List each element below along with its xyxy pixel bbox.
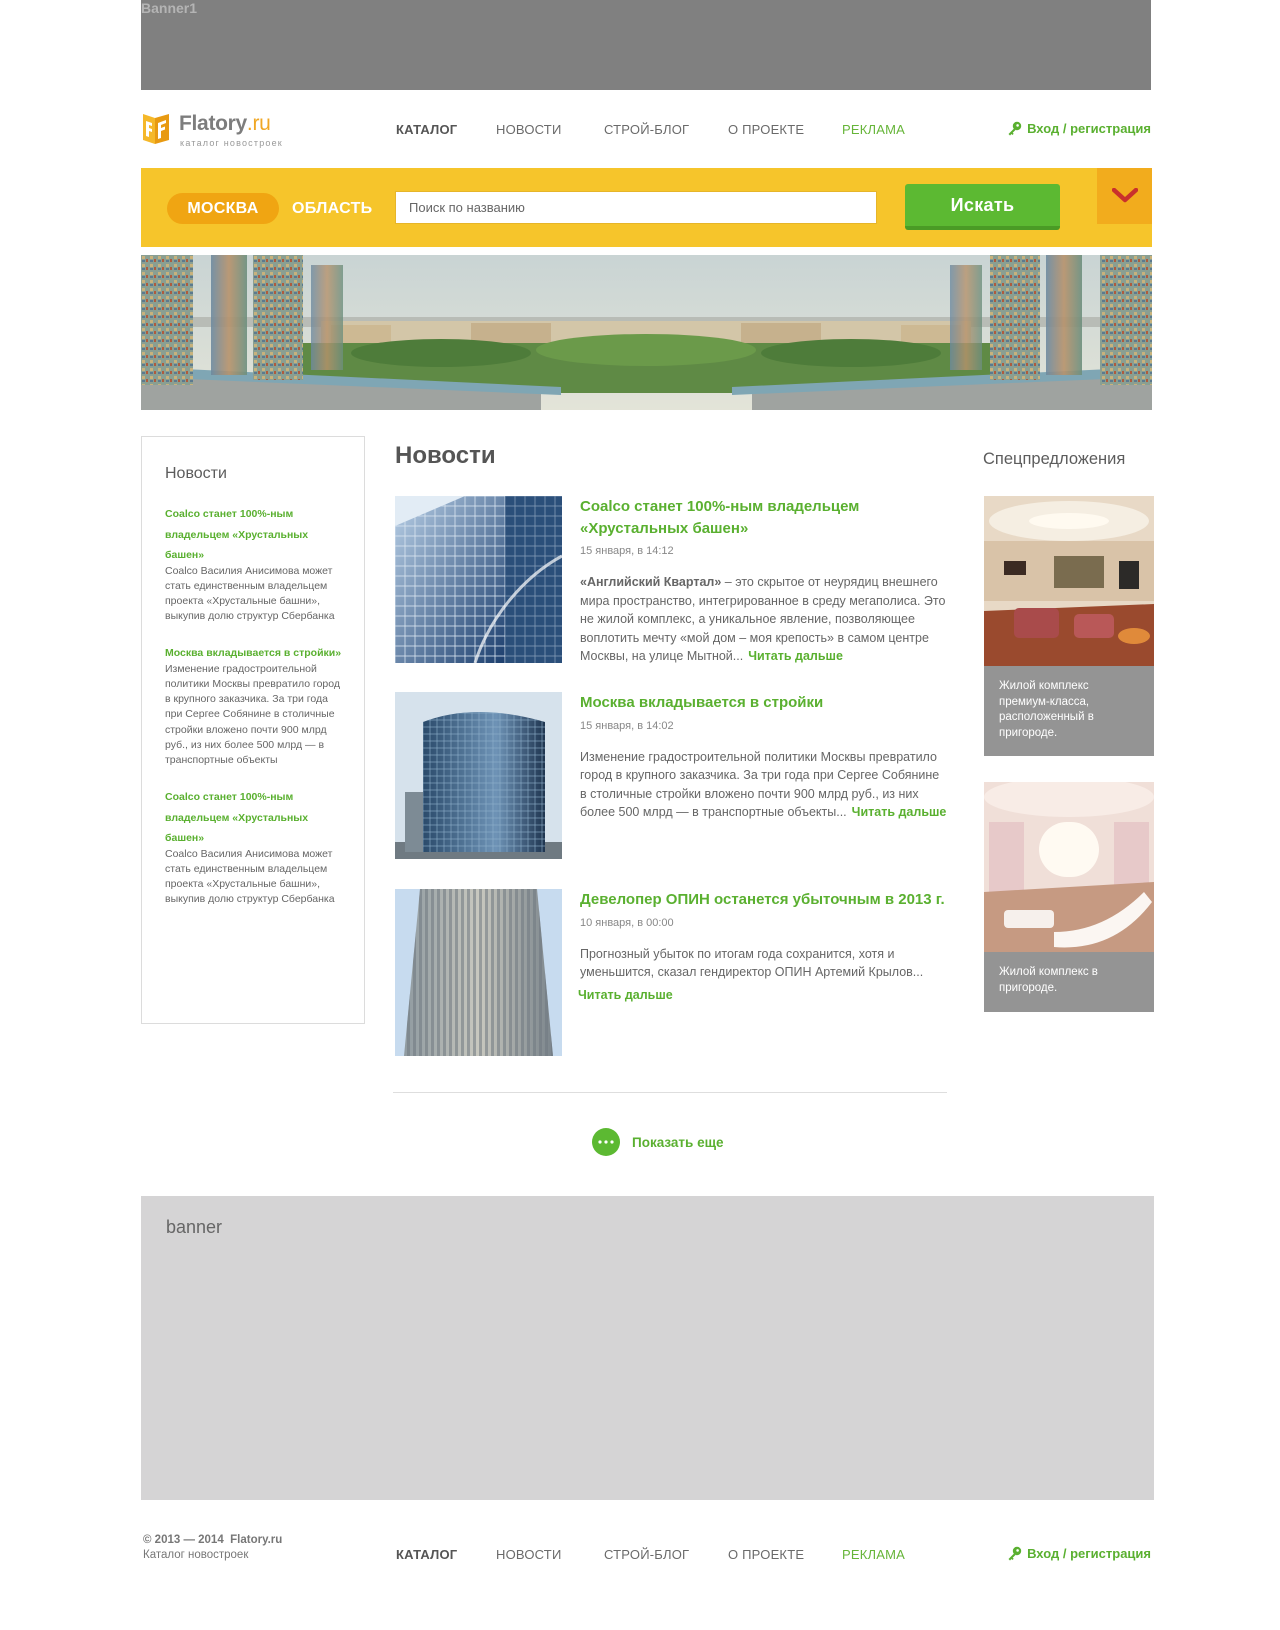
- offer-card[interactable]: Жилой комплекс премиум-класса, расположе…: [984, 496, 1154, 756]
- logo-icon: [143, 114, 169, 144]
- key-icon: [1008, 121, 1022, 136]
- footer-site-name: Flatory.ru: [230, 1534, 283, 1546]
- copyright: © 2013 — 2014 Flatory.ru Каталог новостр…: [143, 1534, 283, 1561]
- search-input[interactable]: [395, 191, 877, 224]
- logo[interactable]: Flatory.ru каталог новостроек: [141, 112, 301, 152]
- news-text: Прогнозный убыток по итогам года сохрани…: [578, 945, 948, 1005]
- logo-tagline: каталог новостроек: [180, 138, 283, 148]
- chevron-down-icon: [1111, 188, 1138, 203]
- login-link[interactable]: Вход / регистрация: [1007, 121, 1151, 136]
- site-footer: © 2013 — 2014 Flatory.ru Каталог новостр…: [141, 1533, 1151, 1573]
- offer-image: [984, 782, 1154, 952]
- bottom-banner-label: banner: [166, 1217, 223, 1237]
- bottom-banner[interactable]: banner: [141, 1196, 1154, 1500]
- footer-nav-ads[interactable]: РЕКЛАМА: [842, 1547, 905, 1562]
- news-title[interactable]: Москва вкладывается в стройки: [580, 694, 823, 711]
- key-icon: [1008, 1546, 1022, 1561]
- offer-caption: Жилой комплекс премиум-класса, расположе…: [984, 666, 1154, 756]
- sidebar-news-link[interactable]: Coalco станет 100%-ным владельцем «Хруст…: [165, 791, 308, 844]
- offer-card[interactable]: Жилой комплекс в пригороде.: [984, 782, 1154, 1012]
- news-body: Coalco станет 100%-ным владельцем «Хруст…: [580, 496, 948, 666]
- news-thumbnail[interactable]: [395, 496, 562, 663]
- show-more-label: Показать еще: [632, 1134, 724, 1150]
- news-text: «Английский Квартал» – это скрытое от не…: [580, 575, 946, 663]
- page-title: Новости: [395, 442, 496, 469]
- read-more-link[interactable]: Читать дальше: [748, 649, 843, 663]
- show-more-button[interactable]: Показать еще: [592, 1128, 724, 1156]
- sidebar-news-text: Coalco Василия Анисимова может стать еди…: [165, 564, 335, 623]
- read-more-link[interactable]: Читать дальше: [852, 805, 947, 819]
- hero-image: [141, 255, 1152, 410]
- expand-filters-button[interactable]: [1097, 168, 1152, 224]
- more-dots-icon: [592, 1128, 620, 1156]
- footer-tagline: Каталог новостроек: [143, 1549, 249, 1561]
- search-bar: МОСКВА ОБЛАСТЬ Искать: [141, 168, 1152, 247]
- news-text: Изменение градостроительной политики Мос…: [580, 749, 947, 820]
- site-header: Flatory.ru каталог новостроек КАТАЛОГ НО…: [141, 108, 1151, 152]
- tab-region[interactable]: ОБЛАСТЬ: [292, 193, 372, 224]
- login-label: Вход / регистрация: [1027, 121, 1151, 136]
- footer-nav-catalog[interactable]: КАТАЛОГ: [396, 1547, 457, 1562]
- nav-news[interactable]: НОВОСТИ: [496, 122, 562, 137]
- search-button[interactable]: Искать: [905, 184, 1060, 230]
- news-thumbnail[interactable]: [395, 692, 562, 859]
- logo-name: Flatory.ru: [179, 112, 271, 135]
- news-body: Москва вкладывается в стройки 15 января,…: [580, 692, 948, 822]
- nav-ads[interactable]: РЕКЛАМА: [842, 122, 905, 137]
- sidebar-title: Новости: [165, 465, 227, 482]
- footer-nav-about[interactable]: О ПРОЕКТЕ: [728, 1547, 804, 1562]
- footer-login-link[interactable]: Вход / регистрация: [1007, 1546, 1151, 1561]
- nav-catalog[interactable]: КАТАЛОГ: [396, 122, 457, 137]
- offers-title: Спецпредложения: [983, 450, 1126, 468]
- sidebar-news-item: Coalco станет 100%-ным владельцем «Хруст…: [165, 785, 345, 907]
- news-date: 15 января, в 14:12: [580, 545, 674, 557]
- top-banner[interactable]: Banner1: [141, 0, 1151, 90]
- sidebar-news-item: Coalco станет 100%-ным владельцем «Хруст…: [165, 502, 345, 624]
- news-date: 10 января, в 00:00: [580, 916, 674, 929]
- sidebar-news-link[interactable]: Coalco станет 100%-ным владельцем «Хруст…: [165, 508, 308, 561]
- news-title[interactable]: Девелопер ОПИН останется убыточным в 201…: [580, 891, 945, 908]
- footer-login-label: Вход / регистрация: [1027, 1546, 1151, 1561]
- sidebar-news-item: Москва вкладывается в стройки» Изменение…: [165, 641, 345, 768]
- tab-moscow[interactable]: МОСКВА: [167, 193, 279, 224]
- sidebar-news: Новости Coalco станет 100%-ным владельце…: [141, 436, 365, 1024]
- news-title[interactable]: Coalco станет 100%-ным владельцем «Хруст…: [580, 498, 859, 537]
- footer-nav-blog[interactable]: СТРОЙ-БЛОГ: [604, 1547, 689, 1562]
- read-more-link[interactable]: Читать дальше: [578, 986, 948, 1005]
- offer-caption: Жилой комплекс в пригороде.: [984, 952, 1154, 1012]
- sidebar-news-link[interactable]: Москва вкладывается в стройки»: [165, 647, 341, 659]
- top-banner-label: Banner1: [141, 0, 198, 16]
- nav-blog[interactable]: СТРОЙ-БЛОГ: [604, 122, 689, 137]
- news-thumbnail[interactable]: [395, 889, 562, 1056]
- divider: [393, 1092, 947, 1093]
- footer-nav-news[interactable]: НОВОСТИ: [496, 1547, 562, 1562]
- nav-about[interactable]: О ПРОЕКТЕ: [728, 122, 804, 137]
- sidebar-news-text: Изменение градостроительной политики Мос…: [165, 662, 341, 767]
- sidebar-news-list: Coalco станет 100%-ным владельцем «Хруст…: [165, 502, 345, 925]
- offer-image: [984, 496, 1154, 666]
- news-date: 15 января, в 14:02: [580, 719, 674, 732]
- sidebar-news-text: Coalco Василия Анисимова может стать еди…: [165, 847, 335, 906]
- news-body: Девелопер ОПИН останется убыточным в 201…: [578, 889, 948, 1005]
